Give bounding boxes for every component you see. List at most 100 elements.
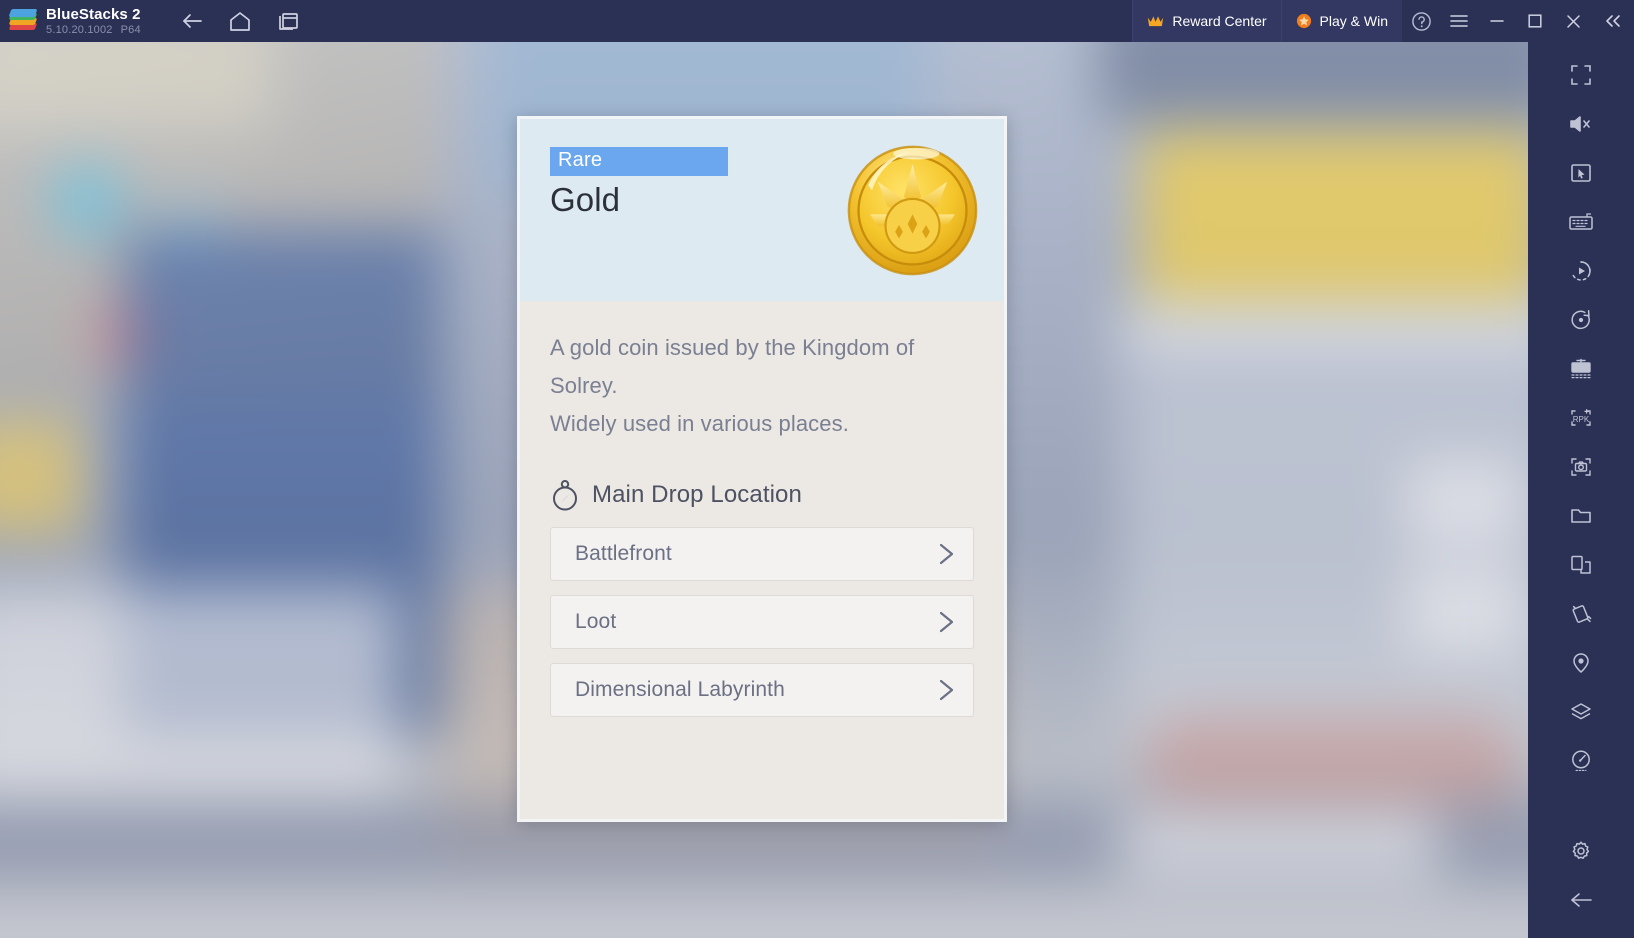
item-description: A gold coin issued by the Kingdom of Sol… [550, 329, 974, 443]
drop-location-label: Loot [575, 610, 617, 633]
item-description-line3: Widely used in various places. [550, 411, 849, 436]
sidebar-keymapping[interactable] [1528, 197, 1634, 246]
minimize-button[interactable] [1478, 0, 1516, 42]
sidebar-fullscreen[interactable] [1528, 50, 1634, 99]
chevron-right-icon [939, 611, 954, 633]
fullscreen-icon [1571, 64, 1591, 85]
drop-location-row-battlefront[interactable]: Battlefront [550, 527, 974, 581]
sidebar-multi-instance-manager[interactable] [1528, 344, 1634, 393]
sidebar-screenshot[interactable] [1528, 442, 1634, 491]
instance-manager-icon [1571, 358, 1591, 378]
sidebar-back[interactable] [1528, 875, 1634, 924]
gold-coin-icon [847, 145, 978, 276]
play-and-win-label: Play & Win [1319, 13, 1388, 29]
maximize-button[interactable] [1516, 0, 1554, 42]
sidebar-performance[interactable] [1528, 736, 1634, 785]
windows-stack-icon [278, 13, 298, 30]
build-tag: P64 [120, 23, 141, 36]
play-and-win-button[interactable]: Play & Win [1280, 0, 1402, 42]
sidebar-media-manager[interactable] [1528, 491, 1634, 540]
layers-icon [1571, 702, 1591, 719]
item-description-line2: Solrey. [550, 373, 618, 398]
bg-thumb-2 [1406, 566, 1523, 652]
bg-event-banner [1141, 131, 1528, 302]
item-dialog-header: Rare Gold [520, 119, 1004, 301]
bg-panel-white [0, 587, 400, 800]
sidebar-install-apk[interactable]: RPK [1528, 393, 1634, 442]
bg-thumb-1 [1406, 460, 1523, 546]
app-title-block: BlueStacks 2 5.10.20.1002 P64 [46, 6, 149, 37]
arrow-left-icon [182, 14, 202, 28]
drop-location-list: Battlefront Loot Dimensional Labyrinth [550, 527, 974, 717]
sidebar-mute[interactable] [1528, 99, 1634, 148]
folder-icon [1571, 508, 1591, 523]
collapse-sidebar-button[interactable] [1592, 0, 1634, 42]
sidebar-location[interactable] [1528, 638, 1634, 687]
help-button[interactable] [1402, 0, 1440, 42]
bg-bottom-strip [0, 884, 1528, 938]
play-circle-icon [1571, 260, 1591, 281]
cursor-screen-icon [1571, 163, 1591, 182]
sidebar-rotate[interactable] [1528, 295, 1634, 344]
bg-bottom-label [1120, 810, 1439, 874]
window-button-group [1402, 0, 1634, 42]
svg-text:RPK: RPK [1573, 415, 1590, 424]
close-button[interactable] [1554, 0, 1592, 42]
camera-icon [1571, 457, 1591, 476]
home-icon [229, 11, 250, 31]
maximize-icon [1528, 14, 1542, 28]
home-button[interactable] [223, 4, 257, 38]
app-name: BlueStacks 2 [46, 5, 141, 23]
back-button[interactable] [175, 4, 209, 38]
item-detail-dialog: Rare Gold A gold coin issued by the King… [517, 116, 1007, 822]
menu-button[interactable] [1440, 0, 1478, 42]
bg-topbar-right [1098, 42, 1528, 122]
chevron-right-icon [939, 679, 954, 701]
keyboard-icon [1569, 212, 1593, 230]
sidebar-settings[interactable] [1528, 826, 1634, 875]
apk-add-icon: RPK [1571, 408, 1591, 426]
drop-location-label: Dimensional Labyrinth [575, 678, 785, 701]
location-pin-icon [1573, 652, 1589, 673]
bg-ellipse-red [1141, 714, 1523, 811]
bluestacks-logo-icon [8, 9, 38, 32]
crown-icon [1148, 15, 1164, 26]
reward-center-button[interactable]: Reward Center [1132, 0, 1281, 42]
copy-instance-icon [1571, 555, 1591, 574]
app-version: 5.10.20.1002 P64 [46, 23, 149, 37]
shake-device-icon [1572, 604, 1592, 623]
multi-instance-button[interactable] [271, 4, 305, 38]
bg-orb-blue [49, 163, 124, 238]
gem-icon [1296, 13, 1311, 29]
reward-center-label: Reward Center [1172, 13, 1267, 29]
drop-location-header: Main Drop Location [550, 479, 974, 511]
chevron-right-icon [939, 543, 954, 565]
drop-location-title: Main Drop Location [592, 481, 802, 508]
chevrons-left-icon [1606, 15, 1620, 27]
bg-list-header [1120, 301, 1528, 365]
sidebar-copy-to-instance[interactable] [1528, 540, 1634, 589]
titlebar: BlueStacks 2 5.10.20.1002 P64 Reward Cen… [0, 0, 1634, 42]
speedometer-icon [1572, 750, 1590, 771]
sidebar-shake[interactable] [1528, 589, 1634, 638]
arrow-left-icon [1571, 892, 1592, 907]
sidebar-game-controls[interactable] [1528, 148, 1634, 197]
item-description-line1: A gold coin issued by the Kingdom of [550, 335, 915, 360]
item-dialog-body: A gold coin issued by the Kingdom of Sol… [520, 301, 1004, 819]
sidebar-macro[interactable] [1528, 246, 1634, 295]
sidebar-eco-mode[interactable] [1528, 687, 1634, 736]
bluestacks-window: BlueStacks 2 5.10.20.1002 P64 Reward Cen… [0, 0, 1634, 938]
compass-icon [553, 479, 577, 511]
bluestacks-sidebar: RPK [1528, 42, 1634, 938]
drop-location-label: Battlefront [575, 542, 672, 565]
rotate-icon [1571, 309, 1590, 329]
drop-location-row-loot[interactable]: Loot [550, 595, 974, 649]
bg-icon-yellow [0, 417, 82, 535]
gear-icon [1572, 840, 1590, 859]
bg-banner-left [0, 42, 273, 132]
drop-location-row-dimensional-labyrinth[interactable]: Dimensional Labyrinth [550, 663, 974, 717]
help-circle-icon [1411, 11, 1431, 31]
speaker-mute-icon [1570, 115, 1590, 132]
version-number: 5.10.20.1002 [46, 23, 113, 36]
hamburger-menu-icon [1450, 15, 1468, 27]
